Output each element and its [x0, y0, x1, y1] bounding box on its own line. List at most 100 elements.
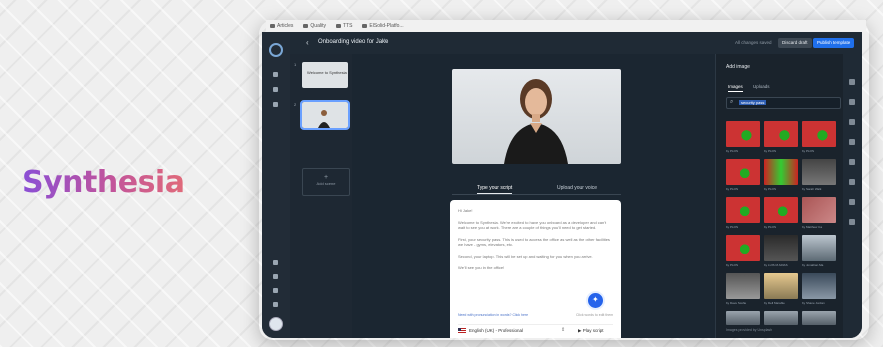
synthesia-editor: ‹ Onboarding video for Jake ✎ All change…	[262, 32, 862, 338]
image-caption: by PLOS	[764, 149, 777, 153]
avatar[interactable]	[269, 317, 283, 331]
animation-icon[interactable]	[849, 219, 855, 225]
video-preview[interactable]	[452, 69, 621, 164]
help-icon[interactable]	[273, 274, 278, 279]
play-script-button[interactable]: ▶ Play script	[578, 328, 603, 334]
image-result[interactable]	[726, 273, 760, 299]
tab-upload-voice[interactable]: Upload your voice	[557, 185, 597, 191]
scene-number: 2	[294, 102, 297, 107]
scene-number: 1	[294, 62, 297, 67]
image-result[interactable]	[802, 121, 836, 147]
avatar-presenter-thumb	[318, 110, 330, 128]
image-caption: by PLOS	[726, 225, 739, 229]
script-paragraph: Second, your laptop. This will be set up…	[458, 253, 593, 259]
media-icon[interactable]	[849, 179, 855, 185]
presenter-avatar-image	[504, 79, 568, 164]
image-result[interactable]	[764, 311, 798, 325]
tab-type-script[interactable]: Type your script	[477, 185, 513, 194]
image-caption: by Jonathan Ma	[802, 263, 824, 267]
folder-icon	[303, 24, 309, 28]
scene-list: 1 Welcome to Synthesia 2 + Add scene	[290, 54, 353, 338]
back-arrow-icon[interactable]: ‹	[306, 38, 309, 47]
chat-support-button[interactable]: ✦	[586, 291, 605, 310]
image-result[interactable]	[802, 159, 836, 185]
layout-icon[interactable]	[273, 87, 278, 92]
image-caption: by Dell Marable	[764, 301, 785, 305]
image-result[interactable]	[726, 197, 760, 223]
script-paragraph: Welcome to Synthesia. We're excited to h…	[458, 219, 607, 231]
app-logo-icon[interactable]	[269, 43, 283, 57]
bookmark-item[interactable]: Articles	[270, 23, 293, 29]
settings-icon[interactable]	[273, 260, 278, 265]
bookmark-item[interactable]: TTS	[335, 23, 352, 29]
image-result[interactable]	[802, 235, 836, 261]
pencil-icon[interactable]: ✎	[383, 38, 388, 45]
image-caption: by PLOS	[726, 263, 739, 267]
script-editor[interactable]: Hi Jake! Welcome to Synthesia. We're exc…	[450, 200, 621, 338]
script-tabs: Type your script Upload your voice	[452, 184, 621, 195]
bookmarks-bar: Articles Quality TTS ElSolid-Platfo...	[266, 20, 866, 32]
avatar-icon[interactable]	[849, 99, 855, 105]
image-result[interactable]	[726, 235, 760, 261]
text-icon[interactable]	[849, 79, 855, 85]
chat-icon: ✦	[592, 295, 599, 304]
user-icon[interactable]	[273, 102, 278, 107]
image-caption: by Matthew Ca	[802, 225, 823, 229]
left-rail	[262, 32, 291, 338]
home-icon[interactable]	[273, 72, 278, 77]
uk-flag-icon	[458, 328, 466, 333]
script-paragraph: First, your security pass. This is used …	[458, 236, 610, 248]
image-result[interactable]	[764, 197, 798, 223]
image-result[interactable]	[802, 273, 836, 299]
save-status: All changes saved	[735, 40, 772, 45]
image-result[interactable]	[726, 159, 760, 185]
info-icon[interactable]	[273, 302, 278, 307]
image-result[interactable]	[764, 273, 798, 299]
image-caption: by PLOS	[802, 149, 815, 153]
edit-hint: Click words to edit them	[576, 313, 614, 317]
editor-canvas: Type your script Upload your voice Hi Ja…	[352, 54, 715, 338]
tab-uploads[interactable]: Uploads	[753, 84, 770, 89]
image-caption: by PLOS	[726, 187, 739, 191]
image-result[interactable]	[726, 311, 760, 325]
attribution: Images provided by Unsplash	[726, 328, 773, 332]
image-result[interactable]	[764, 235, 798, 261]
image-search-input[interactable]: ⌕ security pass	[726, 97, 841, 109]
right-toolbar	[843, 54, 862, 338]
image-result[interactable]	[764, 121, 798, 147]
bookmark-item[interactable]: Quality	[303, 23, 326, 29]
search-icon: ⌕	[730, 99, 734, 105]
image-caption: by Sarah Walk	[802, 187, 822, 191]
script-greeting: Hi Jake!	[458, 208, 473, 213]
language-selector[interactable]: English (UK) - Professional ⇕ ▶ Play scr…	[458, 324, 613, 335]
synthesia-logo-text: Synthesia	[22, 165, 185, 200]
discard-draft-button[interactable]: Discard draft	[778, 38, 812, 48]
image-caption: by LUIS M ARIAS	[764, 263, 788, 267]
script-paragraph: We'll see you in the office!	[458, 265, 505, 270]
publish-button[interactable]: Publish template	[813, 38, 855, 48]
image-result[interactable]	[802, 311, 836, 325]
image-caption: by PLOS	[726, 149, 739, 153]
scene-thumbnail-selected[interactable]	[300, 100, 350, 130]
image-icon[interactable]	[849, 199, 855, 205]
page-icon	[362, 24, 368, 28]
image-result[interactable]	[726, 121, 760, 147]
shape-icon[interactable]	[849, 119, 855, 125]
image-caption: by PLOS	[764, 187, 777, 191]
add-image-panel: Add image Images Uploads ⌕ security pass…	[715, 54, 844, 338]
pronunciation-link[interactable]: Need with pronunciation in words? Click …	[458, 313, 528, 317]
scene-thumbnail[interactable]: Welcome to Synthesia	[302, 62, 348, 88]
image-caption: by Dave Scofie	[726, 301, 747, 305]
plus-icon: +	[323, 174, 329, 181]
add-scene-button[interactable]: + Add scene	[302, 168, 350, 196]
bookmark-item[interactable]: ElSolid-Platfo...	[362, 23, 404, 29]
image-result[interactable]	[764, 159, 798, 185]
editor-topbar: ‹ Onboarding video for Jake ✎ All change…	[290, 32, 862, 55]
text-style-icon[interactable]	[849, 159, 855, 165]
image-result[interactable]	[802, 197, 836, 223]
tab-images[interactable]: Images	[728, 84, 743, 92]
background-icon[interactable]	[849, 139, 855, 145]
video-title[interactable]: Onboarding video for Jake	[318, 39, 388, 45]
panel-title: Add image	[726, 64, 750, 70]
bell-icon[interactable]	[273, 288, 278, 293]
